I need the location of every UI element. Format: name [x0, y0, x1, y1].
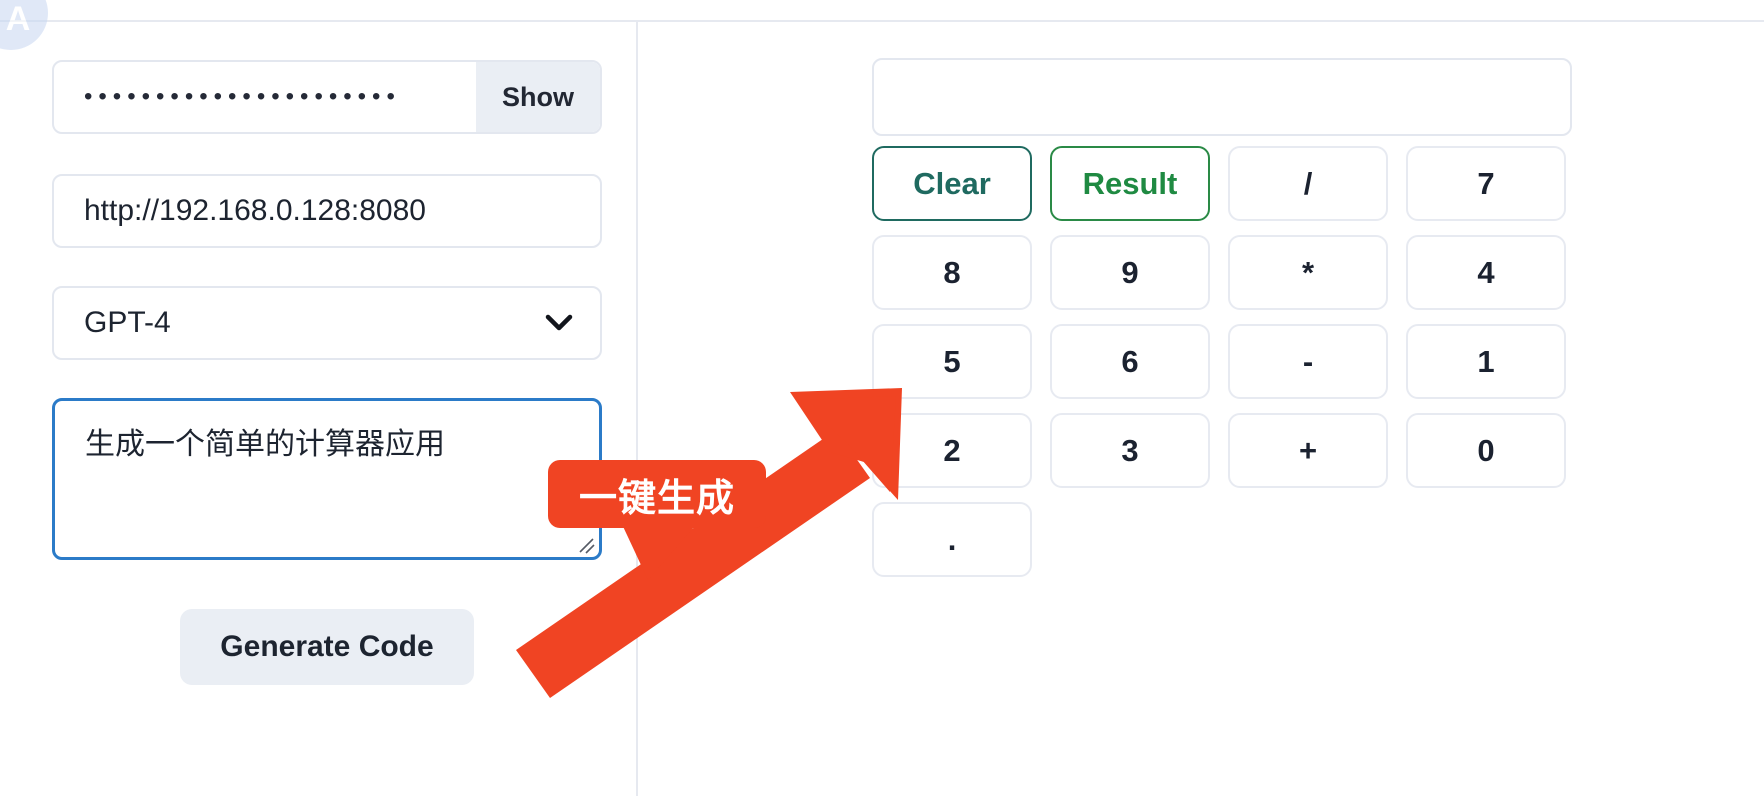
preview-panel: Clear Result/7 8 9 * 4 5 6-1 2 3 +0.	[636, 22, 1764, 796]
calculator-key-5[interactable]: 5	[872, 324, 1032, 399]
show-password-button[interactable]: Show	[476, 62, 600, 132]
calculator-key-1[interactable]: 1	[1406, 324, 1566, 399]
calculator-row: 56-1	[872, 324, 1572, 399]
calculator-key-[interactable]: .	[872, 502, 1032, 577]
calculator-display[interactable]	[872, 58, 1572, 136]
resize-handle-icon[interactable]	[577, 536, 595, 554]
app-root: A •••••••••••••••••••••• Show http://192…	[0, 0, 1764, 796]
calculator-key-[interactable]: /	[1228, 146, 1388, 221]
prompt-textarea[interactable]: 生成一个简单的计算器应用	[52, 398, 602, 560]
calculator-key-3[interactable]: 3	[1050, 413, 1210, 488]
calculator-key-result[interactable]: Result	[1050, 146, 1210, 221]
calculator-key-0[interactable]: 0	[1406, 413, 1566, 488]
calculator-key-4[interactable]: 4	[1406, 235, 1566, 310]
calculator-key-9[interactable]: 9	[1050, 235, 1210, 310]
calculator-keypad: Clear Result/7 8 9 * 4 5 6-1 2 3 +0.	[872, 146, 1572, 577]
settings-panel: •••••••••••••••••••••• Show http://192.1…	[0, 22, 636, 796]
server-url-field[interactable]: http://192.168.0.128:8080	[52, 174, 602, 248]
prompt-textarea-value: 生成一个简单的计算器应用	[85, 428, 445, 461]
avatar-initial: A	[5, 0, 31, 38]
calculator-key-[interactable]: +	[1228, 413, 1388, 488]
chevron-down-icon	[544, 313, 600, 333]
calculator-row: Clear Result/7	[872, 146, 1572, 221]
generate-code-button[interactable]: Generate Code	[180, 609, 474, 685]
model-select[interactable]: GPT-4	[52, 286, 602, 360]
calculator-row: 2 3 +0	[872, 413, 1572, 488]
calculator-row: 8 9 * 4	[872, 235, 1572, 310]
calculator-row: .	[872, 502, 1572, 577]
calculator-key-6[interactable]: 6	[1050, 324, 1210, 399]
calculator-key-clear[interactable]: Clear	[872, 146, 1032, 221]
model-select-value: GPT-4	[84, 306, 171, 339]
calculator: Clear Result/7 8 9 * 4 5 6-1 2 3 +0.	[872, 58, 1572, 591]
calculator-key-2[interactable]: 2	[872, 413, 1032, 488]
calculator-key-8[interactable]: 8	[872, 235, 1032, 310]
calculator-key-7[interactable]: 7	[1406, 146, 1566, 221]
calculator-key-[interactable]: -	[1228, 324, 1388, 399]
api-key-masked-value[interactable]: ••••••••••••••••••••••	[54, 85, 476, 109]
server-url-value[interactable]: http://192.168.0.128:8080	[54, 194, 426, 228]
calculator-key-[interactable]: *	[1228, 235, 1388, 310]
api-key-field[interactable]: •••••••••••••••••••••• Show	[52, 60, 602, 134]
